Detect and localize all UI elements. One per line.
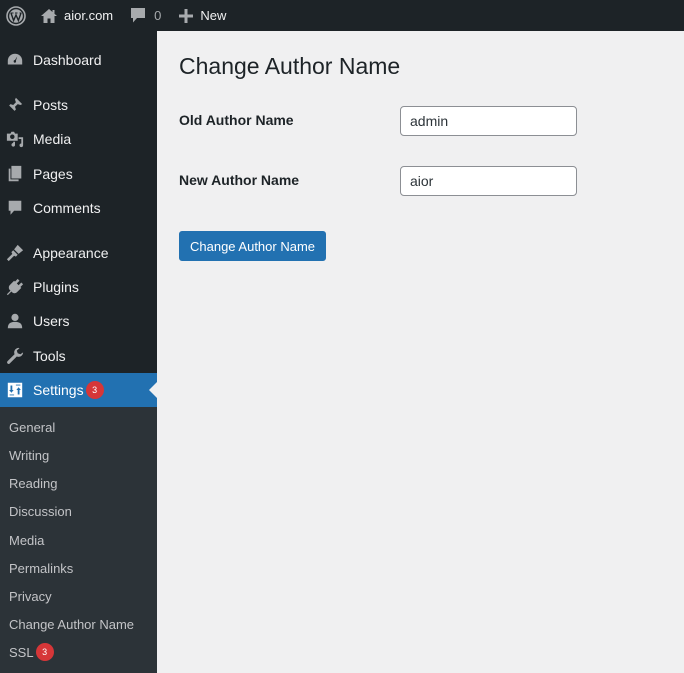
sidebar-item-label: Settings xyxy=(33,382,84,398)
user-icon xyxy=(5,311,25,331)
sidebar-item-label: Appearance xyxy=(33,245,109,261)
sidebar-item-label: Tools xyxy=(33,348,66,364)
wordpress-logo-icon xyxy=(5,5,26,26)
ssl-count-badge: 3 xyxy=(35,643,54,661)
sidebar-item-label: Dashboard xyxy=(33,52,102,68)
sidebar-item-label: Users xyxy=(33,313,70,329)
pages-icon xyxy=(5,164,25,184)
old-author-name-input[interactable] xyxy=(400,106,577,136)
sidebar-item-label: Comments xyxy=(33,200,101,216)
comment-icon xyxy=(5,198,25,218)
media-icon xyxy=(5,129,25,149)
pushpin-icon xyxy=(5,95,25,115)
sidebar-item-tools[interactable]: Tools xyxy=(0,339,157,373)
site-name: aior.com xyxy=(64,8,114,23)
submenu-item-writing[interactable]: Writing xyxy=(9,445,49,465)
home-icon xyxy=(41,8,57,23)
sidebar-item-pages[interactable]: Pages xyxy=(0,157,157,191)
sidebar-item-comments[interactable]: Comments xyxy=(0,191,157,225)
submenu-item-label: SSL xyxy=(9,644,34,660)
paintbrush-icon xyxy=(5,243,25,263)
submenu-item-reading[interactable]: Reading xyxy=(9,473,57,493)
site-name-link[interactable]: aior.com xyxy=(40,0,113,31)
submenu-item-privacy[interactable]: Privacy xyxy=(9,586,52,606)
submenu-item-change-author-name[interactable]: Change Author Name xyxy=(9,614,134,634)
plus-icon xyxy=(179,8,194,23)
change-author-name-button[interactable]: Change Author Name xyxy=(179,231,326,261)
update-count-badge: 3 xyxy=(85,381,104,399)
new-label: New xyxy=(200,8,227,23)
comment-bubble-icon xyxy=(131,8,146,23)
settings-sliders-icon xyxy=(5,380,25,400)
settings-submenu: General Writing Reading Discussion Media… xyxy=(0,407,157,673)
admin-sidebar: Dashboard Posts Media Pages Comments App… xyxy=(0,31,157,673)
wrench-icon xyxy=(5,346,25,366)
admin-bar: aior.com 0 New xyxy=(0,0,684,31)
submenu-item-permalinks[interactable]: Permalinks xyxy=(9,558,73,578)
submenu-item-ssl[interactable]: SSL 3 xyxy=(9,642,54,662)
sidebar-item-media[interactable]: Media xyxy=(0,122,157,156)
sidebar-item-plugins[interactable]: Plugins xyxy=(0,270,157,304)
current-menu-arrow xyxy=(149,382,157,398)
plug-icon xyxy=(5,277,25,297)
new-author-name-input[interactable] xyxy=(400,166,577,196)
main-content: Change Author Name Old Author Name New A… xyxy=(157,31,684,673)
submenu-item-general[interactable]: General xyxy=(9,417,55,437)
sidebar-item-appearance[interactable]: Appearance xyxy=(0,236,157,270)
sidebar-item-label: Plugins xyxy=(33,279,79,295)
sidebar-item-label: Pages xyxy=(33,166,73,182)
new-content-menu[interactable]: New xyxy=(179,0,226,31)
old-author-name-label: Old Author Name xyxy=(179,112,294,128)
submenu-item-discussion[interactable]: Discussion xyxy=(9,501,72,521)
dashboard-gauge-icon xyxy=(5,50,25,70)
sidebar-item-settings[interactable]: Settings 3 xyxy=(0,373,157,407)
page-title: Change Author Name xyxy=(179,53,401,79)
submenu-item-media[interactable]: Media xyxy=(9,530,44,550)
new-author-name-label: New Author Name xyxy=(179,172,300,188)
sidebar-item-label: Posts xyxy=(33,97,69,113)
sidebar-item-label: Media xyxy=(33,131,72,147)
sidebar-item-users[interactable]: Users xyxy=(0,304,157,338)
wordpress-menu[interactable] xyxy=(0,0,31,31)
sidebar-item-dashboard[interactable]: Dashboard xyxy=(0,43,157,77)
sidebar-item-posts[interactable]: Posts xyxy=(0,88,157,122)
comments-link[interactable]: 0 xyxy=(130,0,161,31)
comments-count: 0 xyxy=(154,8,162,23)
